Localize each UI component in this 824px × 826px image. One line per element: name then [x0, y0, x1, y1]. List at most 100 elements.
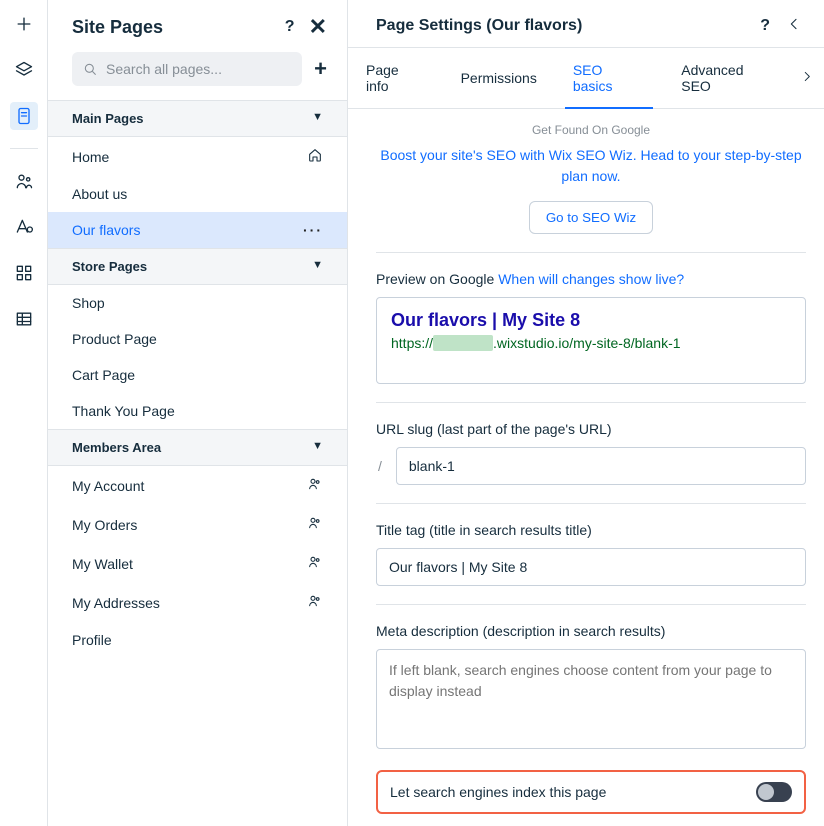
add-page-button[interactable]: +	[314, 56, 327, 82]
page-item[interactable]: Cart Page	[48, 357, 347, 393]
search-placeholder: Search all pages...	[106, 61, 222, 77]
members-icon	[307, 476, 323, 495]
url-slug-input[interactable]	[396, 447, 806, 485]
url-slug-field: URL slug (last part of the page's URL) /	[376, 421, 806, 485]
page-item-label: Our flavors	[72, 222, 140, 238]
more-actions-button[interactable]: ···	[303, 222, 323, 238]
page-item[interactable]: Profile	[48, 622, 347, 658]
preview-link[interactable]: When will changes show live?	[498, 271, 684, 287]
divider	[376, 604, 806, 605]
seo-intro-small: Get Found On Google	[376, 123, 806, 137]
help-icon[interactable]: ?	[285, 18, 295, 36]
apps-icon[interactable]	[10, 259, 38, 287]
divider	[376, 503, 806, 504]
index-toggle-row: Let search engines index this page	[376, 770, 806, 814]
seo-intro: Get Found On Google Boost your site's SE…	[376, 123, 806, 234]
divider	[376, 252, 806, 253]
section-label: Members Area	[72, 440, 161, 455]
index-toggle-label: Let search engines index this page	[390, 784, 606, 800]
page-item[interactable]: My Wallet	[48, 544, 347, 583]
page-item-label: About us	[72, 186, 127, 202]
divider	[376, 402, 806, 403]
tab-permissions[interactable]: Permissions	[443, 56, 555, 100]
page-item[interactable]: My Orders	[48, 505, 347, 544]
page-item-label: Home	[72, 149, 109, 165]
tab-page-info[interactable]: Page info	[348, 48, 443, 108]
page-item-label: Product Page	[72, 331, 157, 347]
section-header[interactable]: Members Area ▼	[48, 429, 347, 466]
search-icon	[82, 61, 98, 77]
slug-prefix: /	[376, 458, 388, 474]
page-item-label: Thank You Page	[72, 403, 175, 419]
tab-seo-basics[interactable]: SEO basics	[555, 48, 663, 108]
section-header[interactable]: Store Pages ▼	[48, 248, 347, 285]
preview-url-hidden: xxxxxxxx	[433, 335, 493, 351]
pages-panel: Site Pages ? ✕ Search all pages... + Mai…	[48, 0, 348, 826]
index-toggle[interactable]	[756, 782, 792, 802]
search-input[interactable]: Search all pages...	[72, 52, 302, 86]
meta-description-input[interactable]	[376, 649, 806, 749]
go-to-seo-wiz-button[interactable]: Go to SEO Wiz	[529, 201, 653, 234]
settings-tabs: Page infoPermissionsSEO basicsAdvanced S…	[348, 47, 824, 109]
page-item[interactable]: Shop	[48, 285, 347, 321]
pages-panel-title: Site Pages	[72, 17, 163, 38]
page-item-label: Profile	[72, 632, 112, 648]
settings-body: Get Found On Google Boost your site's SE…	[348, 109, 824, 826]
section-label: Main Pages	[72, 111, 144, 126]
chevron-down-icon: ▼	[312, 259, 323, 274]
rail-separator	[10, 148, 38, 149]
tab-advanced-seo[interactable]: Advanced SEO	[663, 48, 794, 108]
page-item[interactable]: My Addresses	[48, 583, 347, 622]
pages-icon[interactable]	[10, 102, 38, 130]
pages-list: Main Pages ▼ Home About us Our flavors ··· Sto…	[48, 100, 347, 658]
preview-label: Preview on Google When will changes show…	[376, 271, 806, 287]
chevron-down-icon: ▼	[312, 111, 323, 126]
settings-title: Page Settings (Our flavors)	[376, 17, 582, 35]
members-icon	[307, 554, 323, 573]
preview-label-text: Preview on Google	[376, 271, 494, 287]
settings-panel: Page Settings (Our flavors) ? Page infoP…	[348, 0, 824, 826]
add-icon[interactable]	[10, 10, 38, 38]
preview-url-prefix: https://	[391, 335, 433, 351]
page-item[interactable]: Home	[48, 137, 347, 176]
page-item[interactable]: My Account	[48, 466, 347, 505]
page-item-label: My Account	[72, 478, 144, 494]
page-item-label: My Orders	[72, 517, 137, 533]
preview-url: https://xxxxxxxx.wixstudio.io/my-site-8/…	[391, 335, 791, 351]
page-item-label: My Wallet	[72, 556, 133, 572]
styles-icon[interactable]	[10, 213, 38, 241]
icon-rail	[0, 0, 48, 826]
page-item-label: My Addresses	[72, 595, 160, 611]
page-item[interactable]: Product Page	[48, 321, 347, 357]
section-header[interactable]: Main Pages ▼	[48, 100, 347, 137]
page-item[interactable]: About us	[48, 176, 347, 212]
page-item[interactable]: Thank You Page	[48, 393, 347, 429]
meta-description-label: Meta description (description in search …	[376, 623, 806, 639]
chevron-down-icon: ▼	[312, 440, 323, 455]
url-slug-label: URL slug (last part of the page's URL)	[376, 421, 806, 437]
preview-url-suffix: .wixstudio.io/my-site-8/blank-1	[493, 335, 681, 351]
back-icon[interactable]	[786, 16, 802, 35]
layers-icon[interactable]	[10, 56, 38, 84]
members-icon	[307, 593, 323, 612]
help-icon[interactable]: ?	[760, 17, 770, 35]
pages-panel-header: Site Pages ? ✕	[48, 0, 347, 50]
people-icon[interactable]	[10, 167, 38, 195]
seo-intro-text: Boost your site's SEO with Wix SEO Wiz. …	[376, 145, 806, 187]
title-tag-field: Title tag (title in search results title…	[376, 522, 806, 586]
members-icon	[307, 515, 323, 534]
home-icon	[307, 147, 323, 166]
data-icon[interactable]	[10, 305, 38, 333]
page-item-label: Cart Page	[72, 367, 135, 383]
preview-title: Our flavors | My Site 8	[391, 310, 791, 331]
section-label: Store Pages	[72, 259, 147, 274]
title-tag-input[interactable]	[376, 548, 806, 586]
title-tag-label: Title tag (title in search results title…	[376, 522, 806, 538]
close-icon[interactable]: ✕	[309, 16, 327, 38]
tabs-scroll-right-icon[interactable]	[800, 70, 814, 87]
toggle-knob	[758, 784, 774, 800]
google-preview: Our flavors | My Site 8 https://xxxxxxxx…	[376, 297, 806, 384]
page-item[interactable]: Our flavors ···	[48, 212, 347, 248]
meta-description-field: Meta description (description in search …	[376, 623, 806, 752]
settings-header: Page Settings (Our flavors) ?	[348, 0, 824, 47]
